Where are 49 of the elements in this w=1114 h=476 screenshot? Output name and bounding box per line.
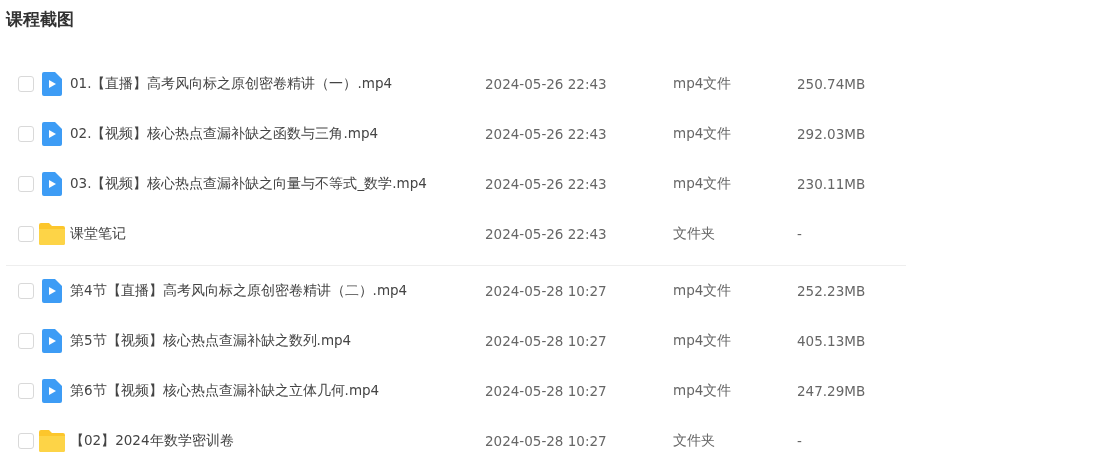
file-name[interactable]: 第5节【视频】核心热点查漏补缺之数列.mp4 [70,332,485,350]
video-file-icon [42,172,62,196]
file-type: mp4文件 [673,75,733,93]
file-type: mp4文件 [673,125,733,143]
file-size: - [797,226,803,242]
checkbox[interactable] [18,76,34,92]
section-title: 课程截图 [6,8,75,31]
folder-icon [39,430,65,452]
file-size: - [797,433,803,449]
checkbox[interactable] [18,176,34,192]
file-type: 文件夹 [673,225,716,243]
file-type: 文件夹 [673,432,716,450]
file-name[interactable]: 02.【视频】核心热点查漏补缺之函数与三角.mp4 [70,125,485,143]
modified-date: 2024-05-28 10:27 [485,283,608,299]
file-name[interactable]: 第6节【视频】核心热点查漏补缺之立体几何.mp4 [70,382,485,400]
video-file-icon [42,72,62,96]
file-type: mp4文件 [673,282,733,300]
file-size: 250.74MB [797,76,867,92]
file-size: 252.23MB [797,283,867,299]
modified-date: 2024-05-26 22:43 [485,126,608,142]
file-size: 292.03MB [797,126,867,142]
checkbox[interactable] [18,383,34,399]
checkbox[interactable] [18,433,34,449]
file-name[interactable]: 课堂笔记 [70,225,485,243]
file-name[interactable]: 【02】2024年数学密训卷 [70,432,485,450]
file-name[interactable]: 第4节【直播】高考风向标之原创密卷精讲（二）.mp4 [70,282,485,300]
checkbox[interactable] [18,126,34,142]
file-size: 230.11MB [797,176,867,192]
checkbox[interactable] [18,333,34,349]
video-file-icon [42,329,62,353]
folder-icon [39,223,65,245]
modified-date: 2024-05-26 22:43 [485,76,608,92]
modified-date: 2024-05-28 10:27 [485,433,608,449]
video-file-icon [42,279,62,303]
file-name[interactable]: 01.【直播】高考风向标之原创密卷精讲（一）.mp4 [70,75,485,93]
modified-date: 2024-05-26 22:43 [485,226,608,242]
video-file-icon [42,122,62,146]
modified-date: 2024-05-28 10:27 [485,383,608,399]
file-type: mp4文件 [673,332,733,350]
file-type: mp4文件 [673,382,733,400]
modified-date: 2024-05-28 10:27 [485,333,608,349]
checkbox[interactable] [18,283,34,299]
file-size: 247.29MB [797,383,867,399]
file-size: 405.13MB [797,333,867,349]
modified-date: 2024-05-26 22:43 [485,176,608,192]
video-file-icon [42,379,62,403]
file-name[interactable]: 03.【视频】核心热点查漏补缺之向量与不等式_数学.mp4 [70,175,485,193]
checkbox[interactable] [18,226,34,242]
file-type: mp4文件 [673,175,733,193]
